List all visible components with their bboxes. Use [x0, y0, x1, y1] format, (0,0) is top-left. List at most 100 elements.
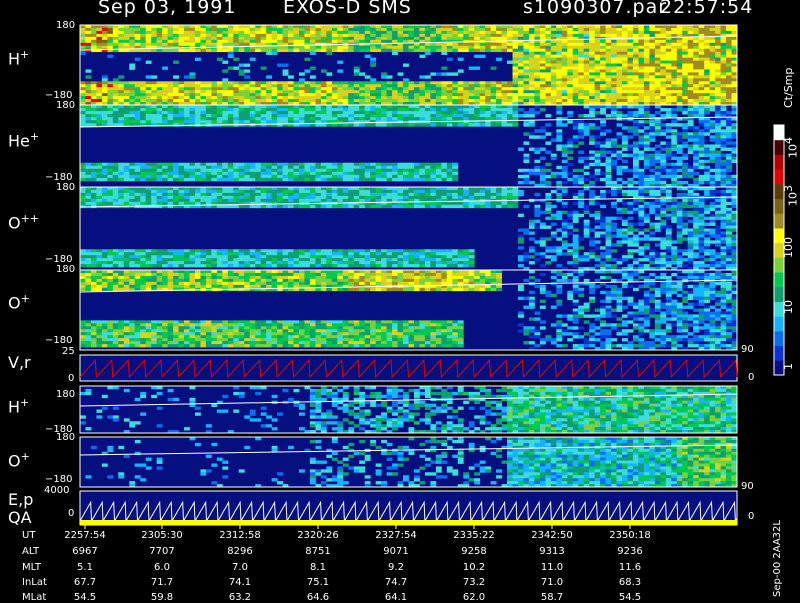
spectrogram-cell [726, 117, 732, 121]
spectrogram-cell [687, 54, 694, 58]
spectrogram-cell [654, 42, 661, 47]
spectrogram-cell [216, 189, 223, 194]
spectrogram-cell [397, 45, 404, 50]
spectrogram-cell [216, 84, 223, 88]
spectrogram-cell [523, 63, 530, 67]
spectrogram-cell [463, 87, 470, 91]
spectrogram-cell [545, 90, 552, 94]
spectrogram-cell [687, 168, 694, 173]
spectrogram-cell [90, 195, 97, 200]
spectrogram-cell [304, 81, 311, 85]
spectrogram-cell [375, 39, 382, 44]
spectrogram-cell [550, 138, 557, 142]
spectrogram-cell [194, 108, 201, 112]
spectrogram-cell [315, 25, 322, 29]
spectrogram-cell [299, 165, 305, 170]
spectrogram-cell [222, 105, 229, 109]
spectrogram-cell [671, 168, 678, 173]
spectrogram-cell [704, 27, 711, 32]
spectrogram-cell [326, 258, 333, 262]
spectrogram-cell [304, 192, 311, 197]
spectrogram-cell [600, 87, 607, 91]
spectrogram-cell [583, 105, 590, 109]
spectrogram-cell [123, 249, 130, 253]
spectrogram-cell [676, 42, 683, 47]
spectrogram-cell [90, 81, 97, 85]
spectrogram-cell [370, 258, 377, 262]
spectrogram-cell [211, 84, 218, 88]
spectrogram-cell [238, 111, 245, 115]
spectrogram-cell [512, 111, 519, 115]
spectrogram-cell [397, 84, 404, 88]
spectrogram-cell [589, 51, 596, 56]
spectrogram-cell [288, 177, 294, 182]
spectrogram-cell [107, 42, 114, 47]
spectrogram-cell [244, 84, 251, 88]
spectrogram-cell [408, 174, 415, 179]
spectrogram-cell [151, 36, 158, 41]
spectrogram-cell [375, 45, 382, 50]
spectrogram-cell [435, 48, 442, 53]
spectrogram-cell [676, 162, 683, 167]
spectrogram-cell [550, 48, 557, 53]
spectrogram-cell [600, 78, 607, 82]
spectrogram-cell [676, 180, 683, 185]
spectrogram-cell [720, 93, 727, 97]
spectrogram-cell [326, 45, 333, 50]
spectrogram-cell [671, 87, 678, 91]
spectrogram-cell [337, 189, 344, 194]
spectrogram-cell [222, 198, 229, 203]
spectrogram-cell [501, 114, 508, 118]
spectrogram-cell [403, 123, 409, 127]
spectrogram-cell [528, 135, 535, 139]
spectrogram-cell [413, 48, 420, 53]
spectrogram-cell [337, 39, 344, 44]
spectrogram-cell [90, 192, 97, 197]
spectrogram-cell [85, 25, 92, 29]
spectrogram-cell [600, 72, 607, 76]
spectrogram-cell [233, 117, 240, 121]
spectrogram-cell [370, 48, 377, 53]
spectrogram-cell [709, 66, 716, 70]
spectrogram-cell [194, 117, 201, 121]
spectrogram-cell [687, 105, 694, 109]
spectrogram-cell [151, 42, 158, 47]
spectrogram-cell [353, 162, 360, 167]
spectrogram-cell [238, 177, 245, 182]
spectrogram-cell [167, 30, 174, 35]
spectrogram-cell [375, 87, 382, 91]
spectrogram-cell [282, 36, 289, 41]
spectrogram-cell [299, 93, 305, 97]
spectrogram-cell [518, 66, 524, 70]
spectrogram-cell [331, 171, 338, 176]
spectrogram-cell [101, 108, 108, 112]
spectrogram-cell [704, 150, 711, 154]
spectrogram-cell [112, 249, 119, 253]
spectrogram-cell [381, 48, 388, 53]
spectrogram-cell [424, 99, 431, 103]
spectrogram-cell [129, 255, 136, 259]
spectrogram-cell [403, 261, 409, 265]
spectrogram-cell [359, 261, 366, 265]
spectrogram-cell [709, 150, 716, 154]
spectrogram-cell [359, 108, 366, 112]
spectrogram-cell [315, 189, 322, 194]
spectrogram-cell [134, 198, 141, 203]
spectrogram-cell [260, 252, 267, 256]
spectrogram-cell [605, 159, 612, 164]
spectrogram-cell [397, 108, 404, 112]
spectrogram-cell [496, 30, 502, 35]
spectrogram-cell [539, 165, 546, 170]
spectrogram-cell [205, 168, 212, 173]
spectrogram-cell [534, 168, 541, 173]
spectrogram-cell [156, 30, 163, 35]
spectrogram-cell [660, 153, 667, 158]
spectrogram-cell [227, 117, 234, 121]
spectrogram-cell [704, 75, 711, 79]
spectrogram-cell [643, 42, 650, 47]
spectrogram-cell [90, 120, 97, 124]
spectrogram-cell [715, 57, 721, 61]
spectrogram-cell [282, 25, 289, 29]
spectrogram-cell [386, 189, 393, 194]
spectrogram-cell [709, 153, 716, 158]
